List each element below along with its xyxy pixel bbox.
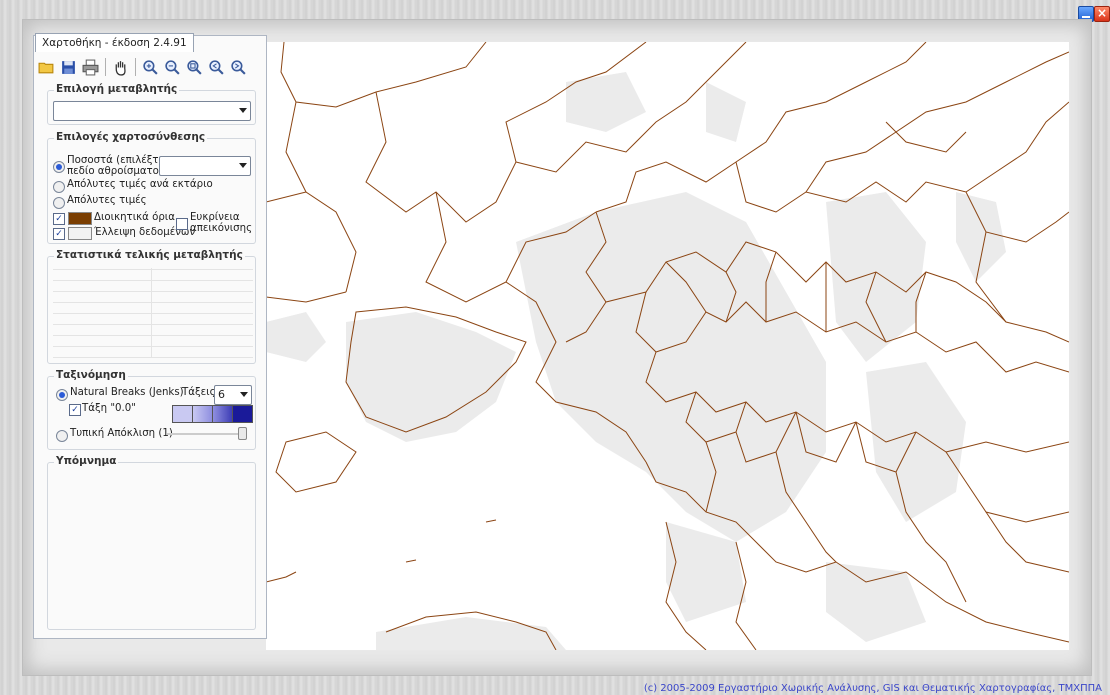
classification-group-title: Ταξινόμηση: [54, 369, 128, 381]
classes-select[interactable]: 6: [214, 385, 252, 405]
absolute-per-hectare-label: Απόλυτες τιμές ανά εκτάριο: [67, 179, 213, 190]
map-canvas[interactable]: [266, 42, 1069, 650]
clear-display-checkbox[interactable]: [176, 218, 188, 230]
copyright-footer: (c) 2005-2009 Εργαστήριο Χωρικής Ανάλυση…: [643, 683, 1102, 694]
ramp-class-3: [213, 406, 233, 422]
slider-track: [167, 433, 241, 435]
std-dev-radio[interactable]: [56, 430, 68, 442]
admin-bounds-swatch: [68, 212, 92, 225]
ramp-class-4: [233, 406, 252, 422]
variable-group-title: Επιλογή μεταβλητής: [54, 83, 180, 95]
std-dev-label: Τυπική Απόκλιση (1): [70, 428, 173, 439]
ramp-class-1: [173, 406, 193, 422]
options-group-title: Επιλογές χαρτοσύνθεσης: [54, 131, 208, 143]
classes-select-value: 6: [218, 388, 225, 401]
land-areas: [266, 72, 1006, 650]
zoom-out-icon[interactable]: [163, 58, 182, 77]
slider-thumb[interactable]: [238, 427, 247, 440]
class-zero-checkbox[interactable]: ✓: [69, 404, 81, 416]
app-title-tab[interactable]: Χαρτοθήκη - έκδοση 2.4.91: [35, 33, 194, 52]
percent-label-line1: Ποσοστά (επιλέξτε: [67, 155, 165, 166]
legend-group-title: Υπόμνημα: [54, 455, 119, 467]
admin-bounds-checkbox[interactable]: ✓: [53, 213, 65, 225]
toolbar-separator: [105, 58, 106, 76]
pan-hand-icon[interactable]: [111, 58, 130, 77]
stats-table: [53, 268, 253, 358]
chevron-down-icon: [240, 392, 248, 397]
map-svg: [266, 42, 1069, 650]
std-dev-slider[interactable]: [167, 427, 247, 440]
percent-label-line2: πεδίο αθροίσματος): [67, 166, 169, 177]
sum-field-select[interactable]: [159, 156, 251, 176]
close-button[interactable]: ×: [1094, 6, 1110, 22]
absolute-label: Απόλυτες τιμές: [67, 195, 147, 206]
save-icon[interactable]: [59, 58, 78, 77]
admin-bounds-label: Διοικητικά όρια: [94, 212, 175, 223]
clear-display-label-line1: Ευκρίνεια: [190, 212, 240, 223]
chevron-down-icon: [239, 108, 247, 113]
percent-radio[interactable]: [53, 161, 65, 173]
print-icon[interactable]: [81, 58, 100, 77]
zoom-extent-icon[interactable]: [185, 58, 204, 77]
absolute-per-hectare-radio[interactable]: [53, 181, 65, 193]
absolute-radio[interactable]: [53, 197, 65, 209]
legend-group: Υπόμνημα: [47, 455, 256, 630]
natural-breaks-radio[interactable]: [56, 389, 68, 401]
class-zero-label: Τάξη "0.0": [82, 403, 136, 414]
toolbar: [37, 56, 248, 78]
zoom-next-icon[interactable]: [229, 58, 248, 77]
zoom-previous-icon[interactable]: [207, 58, 226, 77]
zoom-in-icon[interactable]: [141, 58, 160, 77]
color-ramp[interactable]: [172, 405, 253, 423]
variable-select[interactable]: [53, 101, 251, 121]
missing-data-checkbox[interactable]: ✓: [53, 228, 65, 240]
missing-data-swatch: [68, 227, 92, 240]
clear-display-label-line2: απεικόνισης: [190, 223, 253, 234]
toolbar-separator: [135, 58, 136, 76]
natural-breaks-label: Natural Breaks (Jenks): [70, 387, 184, 398]
folder-open-icon[interactable]: [37, 58, 56, 77]
ramp-class-2: [193, 406, 213, 422]
stats-group-title: Στατιστικά τελικής μεταβλητής: [54, 249, 245, 261]
chevron-down-icon: [239, 163, 247, 168]
